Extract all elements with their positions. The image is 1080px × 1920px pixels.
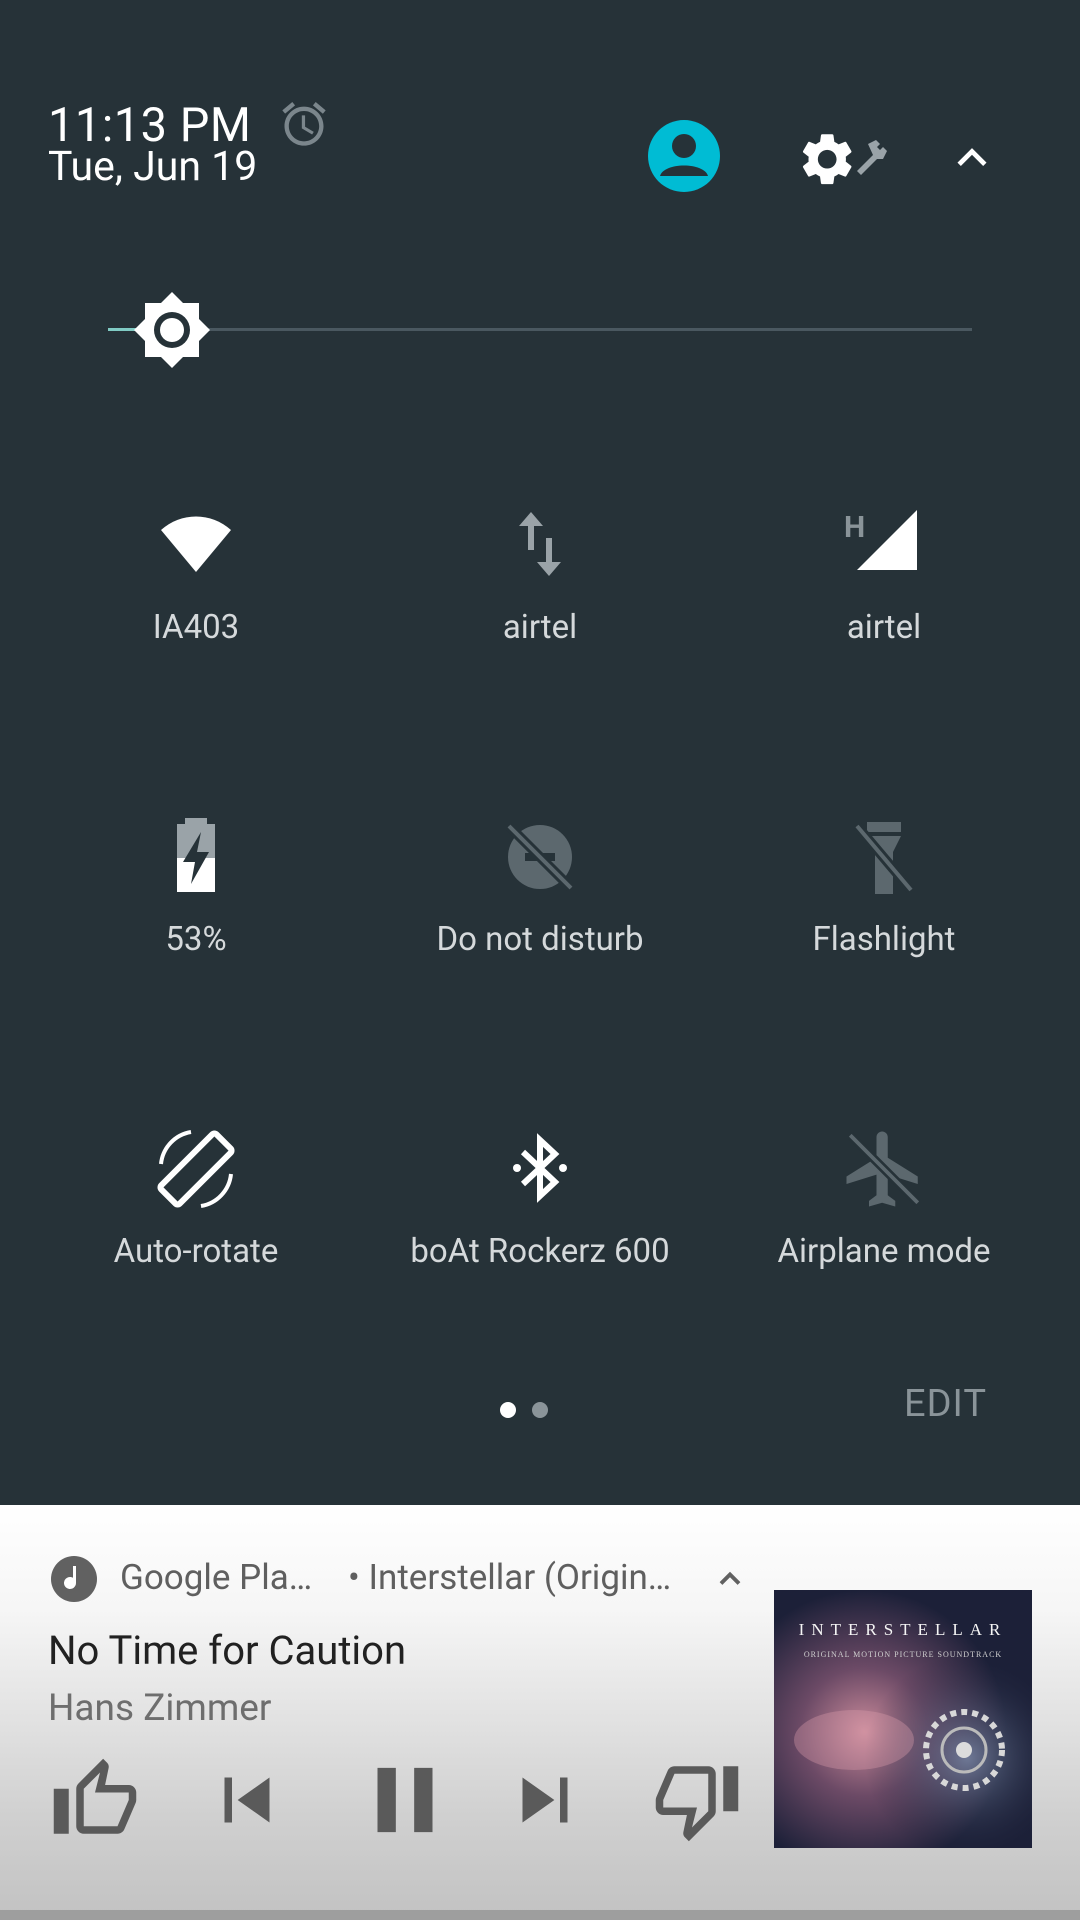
tile-auto-rotate[interactable]: Auto-rotate (26, 1124, 366, 1324)
tile-label: airtel (502, 608, 578, 647)
next-track-icon[interactable] (500, 1755, 590, 1845)
alarm-icon (282, 102, 326, 146)
page-dot-active[interactable] (500, 1402, 516, 1418)
tile-label: Flashlight (812, 920, 956, 959)
tile-wifi[interactable]: IA403 (26, 500, 366, 700)
tile-do-not-disturb[interactable]: Do not disturb (370, 812, 710, 1012)
album-subtitle: • Interstellar (Origin… (348, 1557, 672, 1598)
airplane-icon (846, 1131, 921, 1207)
brightness-slider[interactable] (108, 290, 972, 370)
previous-track-icon[interactable] (202, 1755, 292, 1845)
mobile-data-icon (519, 512, 561, 576)
quick-settings-panel: 11:13 PM Tue, Jun 19 IA403 airtel H airt… (0, 0, 1080, 1505)
tile-label: Do not disturb (436, 920, 644, 959)
page-dot[interactable] (532, 1402, 548, 1418)
auto-rotate-icon (157, 1130, 235, 1208)
tile-cellular[interactable]: H airtel (714, 500, 1054, 700)
flashlight-icon (853, 822, 915, 894)
tile-airplane-mode[interactable]: Airplane mode (714, 1124, 1054, 1324)
do-not-disturb-icon (505, 822, 575, 892)
track-title: No Time for Caution (48, 1627, 407, 1674)
music-note-icon (51, 1556, 97, 1602)
bluetooth-icon (513, 1133, 567, 1203)
pause-icon[interactable] (350, 1745, 460, 1855)
brightness-thumb-icon[interactable] (132, 290, 212, 370)
wifi-icon (161, 516, 231, 572)
edit-button[interactable]: EDIT (904, 1382, 987, 1426)
tile-label: IA403 (152, 608, 240, 647)
settings-icon[interactable] (796, 124, 906, 194)
thumbs-down-icon[interactable] (652, 1755, 742, 1845)
media-notification[interactable]: Google Pla… • Interstellar (Origin… No T… (0, 1505, 1080, 1920)
expand-chevron-icon[interactable] (712, 1561, 748, 1597)
user-avatar-icon[interactable] (646, 118, 722, 194)
notification-bottom-edge (0, 1910, 1080, 1920)
app-name: Google Pla… (120, 1557, 313, 1598)
tile-label: Airplane mode (777, 1232, 991, 1271)
album-art-subtitle: ORIGINAL MOTION PICTURE SOUNDTRACK (803, 1650, 1003, 1659)
brightness-track[interactable] (108, 328, 972, 331)
tile-label: boAt Rockerz 600 (410, 1232, 670, 1271)
tile-mobile-data[interactable]: airtel (370, 500, 710, 700)
battery-charging-icon (177, 818, 215, 892)
tile-battery[interactable]: 53% (26, 812, 366, 1012)
album-art-title: INTERSTELLAR (798, 1620, 1008, 1639)
clock-date[interactable]: Tue, Jun 19 (48, 143, 257, 191)
tile-bluetooth[interactable]: boAt Rockerz 600 (370, 1124, 710, 1324)
thumbs-up-icon[interactable] (50, 1755, 140, 1845)
tile-label: Auto-rotate (113, 1232, 279, 1271)
tile-flashlight[interactable]: Flashlight (714, 812, 1054, 1012)
tile-label: 53% (165, 920, 227, 959)
track-artist: Hans Zimmer (48, 1687, 272, 1730)
network-type-badge: H (844, 510, 866, 545)
collapse-chevron-icon[interactable] (950, 135, 994, 179)
album-art-text: INTERSTELLAR ORIGINAL MOTION PICTURE SOU… (774, 1590, 1032, 1848)
tile-label: airtel (846, 608, 922, 647)
